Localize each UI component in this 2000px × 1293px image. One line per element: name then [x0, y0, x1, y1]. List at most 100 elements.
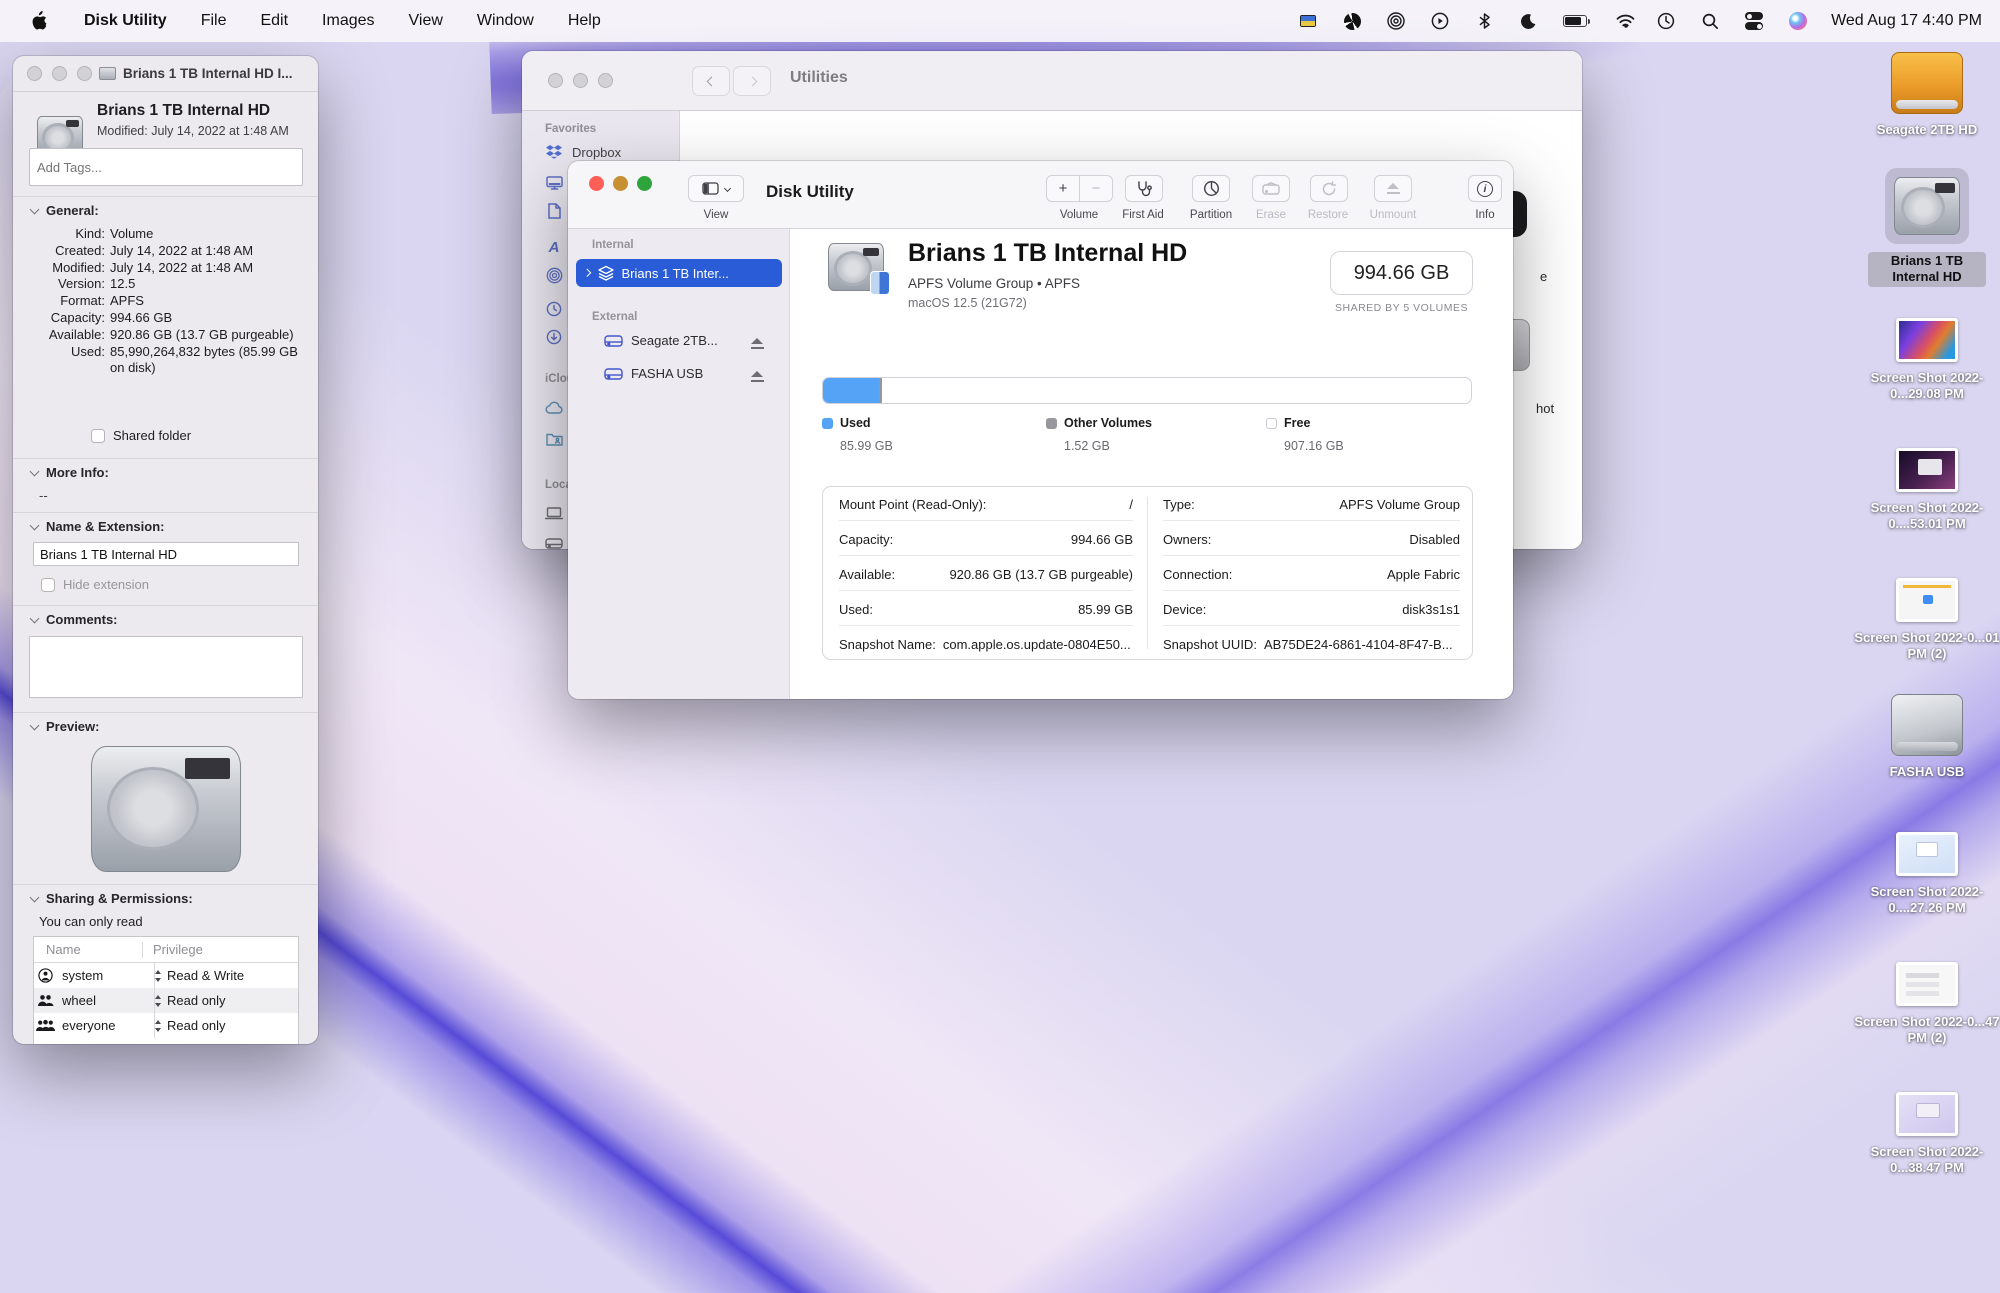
close-button[interactable] — [589, 176, 604, 191]
desktop-icon-screenshot-4[interactable]: Screen Shot 2022-0....27.26 PM — [1852, 832, 2000, 916]
external-drive-icon — [604, 334, 623, 348]
section-general[interactable]: General: — [31, 203, 99, 218]
sidebar-volume-fasha[interactable]: FASHA USB — [604, 366, 703, 381]
forward-button[interactable] — [733, 66, 771, 96]
apple-menu-icon[interactable] — [28, 10, 50, 32]
focus-moon-icon[interactable] — [1517, 10, 1539, 32]
eject-seagate-button[interactable] — [751, 336, 764, 354]
sidebar-item-applications[interactable]: A — [545, 239, 563, 255]
add-volume-button[interactable]: + — [1046, 175, 1080, 202]
remove-volume-button[interactable]: − — [1079, 175, 1113, 202]
restore-button[interactable] — [1310, 175, 1348, 202]
menu-help[interactable]: Help — [568, 12, 601, 30]
section-name-extension[interactable]: Name & Extension: — [31, 519, 164, 534]
sidebar-item-label: Dropbox — [572, 145, 621, 160]
first-aid-button[interactable] — [1125, 175, 1163, 202]
legend-used-swatch — [822, 418, 833, 429]
play-circle-icon[interactable] — [1429, 10, 1451, 32]
eject-fasha-button[interactable] — [751, 369, 764, 387]
section-comments[interactable]: Comments: — [31, 612, 118, 627]
section-sharing-permissions[interactable]: Sharing & Permissions: — [31, 891, 193, 906]
sidebar-item-desktop[interactable] — [545, 175, 563, 191]
sidebar-volume-brians[interactable]: Brians 1 TB Inter... — [576, 259, 782, 287]
minimize-button[interactable] — [573, 73, 588, 88]
desktop-icon-seagate[interactable]: Seagate 2TB HD — [1852, 52, 2000, 138]
bluetooth-icon[interactable] — [1473, 10, 1495, 32]
desktop-icon-fasha-usb[interactable]: FASHA USB — [1852, 694, 2000, 780]
desktop-icon-screenshot-1[interactable]: Screen Shot 2022-0...29.08 PM — [1852, 318, 2000, 402]
minimize-button[interactable] — [613, 176, 628, 191]
menu-images[interactable]: Images — [322, 12, 374, 30]
view-button[interactable] — [688, 175, 744, 202]
desktop-icon-screenshot-5[interactable]: Screen Shot 2022-0...47 PM (2) — [1852, 962, 2000, 1046]
desktop-icon-screenshot-6[interactable]: Screen Shot 2022-0...38.47 PM — [1852, 1092, 2000, 1176]
desktop-icon-brians-hd[interactable]: Brians 1 TB Internal HD — [1852, 168, 2000, 287]
spotlight-icon[interactable] — [1699, 10, 1721, 32]
shared-folder-checkbox[interactable]: Shared folder — [91, 428, 191, 443]
menu-window[interactable]: Window — [477, 12, 534, 30]
zoom-button[interactable] — [598, 73, 613, 88]
sidebar-volume-seagate[interactable]: Seagate 2TB... — [604, 333, 718, 348]
section-more-info[interactable]: More Info: — [31, 465, 109, 480]
sidebar-item-recents[interactable] — [545, 301, 563, 317]
menu-view[interactable]: View — [409, 12, 443, 30]
zoom-button[interactable] — [637, 176, 652, 191]
desktop-icon-label: Screen Shot 2022-0....53.01 PM — [1852, 500, 2000, 532]
permission-row-system[interactable]: system Read & Write — [34, 963, 298, 988]
menu-edit[interactable]: Edit — [260, 12, 288, 30]
sidebar-item-documents[interactable] — [545, 203, 563, 219]
minimize-button[interactable] — [52, 66, 67, 81]
privilege-popup-icon — [154, 995, 162, 1007]
sidebar-item-external-disk[interactable] — [545, 535, 563, 549]
add-tags-input[interactable] — [29, 148, 303, 186]
document-icon — [545, 203, 563, 219]
divider — [13, 605, 318, 606]
checkbox-icon — [91, 429, 105, 443]
section-preview[interactable]: Preview: — [31, 719, 99, 734]
user-icon — [34, 968, 56, 983]
external-drive-icon — [545, 535, 563, 549]
sidebar-item-airdrop[interactable] — [545, 267, 563, 283]
zoom-button[interactable] — [77, 66, 92, 81]
battery-icon[interactable] — [1561, 10, 1589, 32]
sharing-note: You can only read — [39, 914, 143, 929]
stethoscope-icon — [1136, 180, 1153, 197]
erase-button[interactable] — [1252, 175, 1290, 202]
legend-free-swatch — [1266, 418, 1277, 429]
disk-mini-icon — [99, 67, 116, 80]
unmount-label: Unmount — [1353, 209, 1433, 221]
desktop-icon-screenshot-2[interactable]: Screen Shot 2022-0....53.01 PM — [1852, 448, 2000, 532]
clipped-label-fragment: e — [1540, 269, 1547, 284]
filename-input[interactable] — [33, 542, 299, 566]
disclosure-chevron-icon[interactable] — [583, 269, 591, 277]
sidebar-item-downloads[interactable] — [545, 329, 563, 345]
hide-extension-checkbox[interactable]: Hide extension — [41, 577, 149, 592]
close-button[interactable] — [27, 66, 42, 81]
volume-title: Brians 1 TB Internal HD — [908, 239, 1187, 268]
backup-fan-icon[interactable] — [1341, 10, 1363, 32]
menu-file[interactable]: File — [201, 12, 227, 30]
clock-icon — [545, 301, 563, 317]
menu-clock[interactable]: Wed Aug 17 4:40 PM — [1831, 12, 1982, 30]
permission-row-everyone[interactable]: everyone Read only — [34, 1013, 298, 1038]
back-button[interactable] — [692, 66, 730, 96]
siri-icon[interactable] — [1787, 10, 1809, 32]
time-machine-icon[interactable] — [1655, 10, 1677, 32]
unmount-button[interactable] — [1374, 175, 1412, 202]
sidebar-item-icloud-drive[interactable] — [545, 399, 563, 415]
sidebar-item-shared-folder[interactable] — [545, 431, 563, 447]
info-button[interactable]: i — [1468, 175, 1502, 202]
hotspot-rings-icon[interactable] — [1385, 10, 1407, 32]
close-button[interactable] — [548, 73, 563, 88]
comments-textarea[interactable] — [29, 636, 303, 698]
permission-row-wheel[interactable]: wheel Read only — [34, 988, 298, 1013]
eject-icon — [1387, 183, 1400, 194]
desktop-icon-screenshot-3[interactable]: Screen Shot 2022-0...01 PM (2) — [1852, 578, 2000, 662]
wifi-icon[interactable] — [1611, 10, 1633, 32]
display-language-flag-icon[interactable] — [1297, 10, 1319, 32]
menu-app-name[interactable]: Disk Utility — [84, 12, 167, 30]
sidebar-item-dropbox[interactable]: Dropbox — [545, 144, 621, 160]
sidebar-item-laptop[interactable] — [545, 505, 563, 521]
partition-button[interactable] — [1192, 175, 1230, 202]
control-center-icon[interactable] — [1743, 10, 1765, 32]
